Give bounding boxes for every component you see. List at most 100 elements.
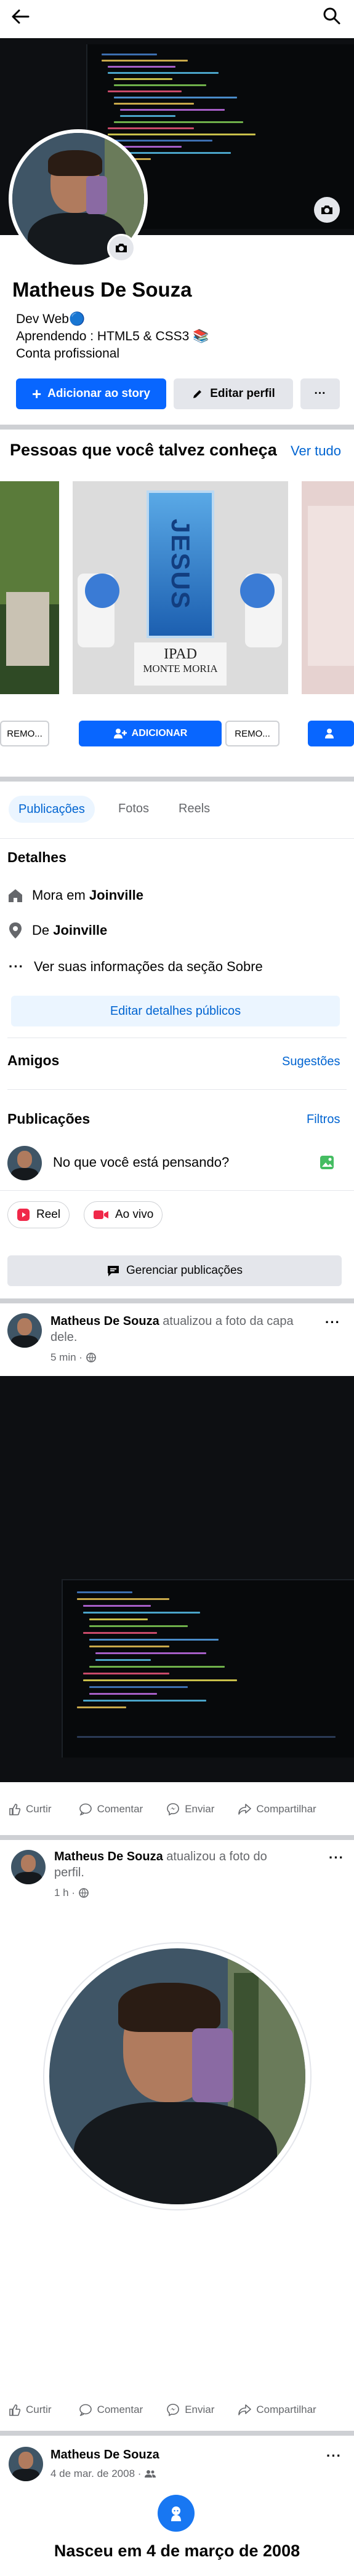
pymk-see-all-link[interactable]: Ver tudo: [291, 443, 341, 459]
add-friend-label: ADICIONAR: [131, 728, 188, 738]
reel-button[interactable]: Reel: [7, 1201, 70, 1228]
life-event-badge: [158, 2495, 195, 2532]
comment-button[interactable]: Comentar: [79, 1803, 143, 1815]
like-button[interactable]: Curtir: [9, 1803, 52, 1815]
comment-button[interactable]: Comentar: [79, 2404, 143, 2416]
bio-line: Dev Web🔵: [16, 312, 86, 326]
composer-avatar[interactable]: [7, 1146, 42, 1180]
edit-avatar-camera-icon[interactable]: [107, 234, 135, 262]
send-label: Enviar: [185, 1803, 215, 1815]
tab-photos[interactable]: Fotos: [118, 802, 149, 816]
suggestion-card-photo[interactable]: [0, 481, 59, 694]
plaque-line-1: IPAD: [164, 646, 197, 662]
remove-label: REMO...: [235, 728, 270, 739]
detail-about-link[interactable]: ··· Ver suas informações da seção Sobre: [9, 959, 263, 975]
post-cover-photo[interactable]: [0, 1376, 354, 1782]
more-dots-icon: ···: [9, 959, 24, 974]
post-more-options-icon[interactable]: ···: [329, 1850, 344, 1866]
profile-more-button[interactable]: ···: [300, 378, 340, 409]
post-author-avatar[interactable]: [9, 2447, 43, 2481]
post-author-name[interactable]: Matheus De Souza: [50, 1314, 159, 1328]
post-more-options-icon[interactable]: ···: [325, 1314, 340, 1330]
tab-reels[interactable]: Reels: [179, 802, 210, 816]
sign-plaque: IPAD MONTE MORIA: [134, 642, 227, 686]
friends-title: Amigos: [7, 1052, 60, 1068]
post-timestamp: 5 min ·: [50, 1351, 96, 1364]
add-to-story-button[interactable]: + Adicionar ao story: [16, 378, 166, 409]
add-friend-button[interactable]: [308, 721, 354, 746]
code-editor-illustration: [71, 1588, 342, 1748]
like-button[interactable]: Curtir: [9, 2404, 52, 2416]
post-more-options-icon[interactable]: ···: [326, 2448, 342, 2464]
photo-icon[interactable]: [319, 1154, 335, 1170]
jesus-sign: JESUS: [147, 490, 214, 638]
more-dots-icon: ···: [314, 387, 326, 400]
send-button[interactable]: Enviar: [166, 1802, 214, 1816]
post-author-name[interactable]: Matheus De Souza: [54, 1850, 163, 1863]
comment-icon: [79, 2404, 92, 2416]
like-label: Curtir: [26, 2404, 52, 2415]
post-header-text: Matheus De Souza atualizou a foto do per…: [54, 1849, 300, 1881]
manage-posts-button[interactable]: Gerenciar publicações: [7, 1255, 342, 1286]
tab-posts[interactable]: Publicações: [9, 796, 95, 823]
search-icon[interactable]: [323, 7, 341, 25]
share-icon: [238, 2404, 252, 2416]
post-time: 5 min ·: [50, 1351, 82, 1363]
live-label: Ao vivo: [115, 1208, 154, 1221]
detail-about-label: Ver suas informações da seção Sobre: [33, 959, 263, 974]
post-author-avatar[interactable]: [11, 1850, 46, 1884]
comment-icon: [79, 1803, 92, 1815]
edit-details-label: Editar detalhes públicos: [110, 1004, 241, 1018]
detail-city: Joinville: [89, 887, 143, 903]
globe-icon: [79, 1888, 89, 1898]
edit-profile-label: Editar perfil: [210, 387, 275, 400]
tab-label: Publicações: [18, 802, 85, 816]
send-label: Enviar: [185, 2404, 215, 2415]
filters-link[interactable]: Filtros: [307, 1113, 340, 1127]
composer-input[interactable]: No que você está pensando?: [53, 1154, 229, 1170]
edit-cover-camera-icon[interactable]: [314, 197, 340, 223]
back-arrow-icon[interactable]: [11, 9, 30, 25]
plaque-line-2: MONTE MORIA: [143, 663, 218, 674]
add-to-story-label: Adicionar ao story: [47, 387, 150, 400]
live-video-icon: [93, 1209, 109, 1221]
edit-profile-button[interactable]: Editar perfil: [174, 378, 293, 409]
share-label: Compartilhar: [256, 1803, 316, 1815]
share-button[interactable]: Compartilhar: [238, 1803, 316, 1815]
sign-text: JESUS: [166, 519, 195, 610]
post-author-avatar[interactable]: [7, 1313, 42, 1348]
detail-from: De Joinville: [9, 922, 107, 939]
comment-label: Comentar: [97, 2404, 143, 2415]
avatar: [49, 1948, 305, 2204]
detail-lives-in: Mora em Joinville: [7, 887, 143, 903]
suggestion-card-photo[interactable]: JESUS IPAD MONTE MORIA: [73, 481, 288, 694]
edit-public-details-button[interactable]: Editar detalhes públicos: [11, 996, 340, 1026]
live-button[interactable]: Ao vivo: [84, 1201, 163, 1228]
share-button[interactable]: Compartilhar: [238, 2404, 316, 2416]
messenger-icon: [166, 2403, 180, 2417]
suggestion-card-photo[interactable]: [302, 481, 354, 694]
posts-section-title: Publicações: [7, 1111, 91, 1127]
plus-icon: +: [31, 384, 42, 403]
post-timestamp: 4 de mar. de 2008 ·: [50, 2468, 156, 2480]
manage-posts-label: Gerenciar publicações: [126, 1264, 243, 1277]
send-button[interactable]: Enviar: [166, 2403, 214, 2417]
friend-suggestions-link[interactable]: Sugestões: [282, 1055, 340, 1069]
profile-name: Matheus De Souza: [12, 278, 192, 301]
details-title: Detalhes: [7, 849, 66, 865]
detail-prefix: De: [32, 922, 54, 938]
post-author-name[interactable]: Matheus De Souza: [50, 2448, 159, 2462]
remove-suggestion-button[interactable]: REMO...: [225, 721, 280, 746]
reel-label: Reel: [36, 1208, 61, 1221]
add-friend-button[interactable]: ADICIONAR: [79, 721, 222, 746]
remove-suggestion-button[interactable]: REMO...: [0, 721, 49, 746]
pencil-icon: [191, 388, 204, 400]
post-profile-photo[interactable]: [44, 1943, 310, 2209]
like-label: Curtir: [26, 1803, 52, 1815]
thumbs-up-icon: [9, 2404, 21, 2416]
bio-line: Conta profissional: [16, 346, 120, 361]
post-timestamp: 1 h ·: [54, 1887, 89, 1899]
detail-city: Joinville: [53, 922, 108, 938]
life-event-title: Nasceu em 4 de março de 2008: [54, 2542, 300, 2560]
friends-audience-icon: [145, 2470, 156, 2478]
